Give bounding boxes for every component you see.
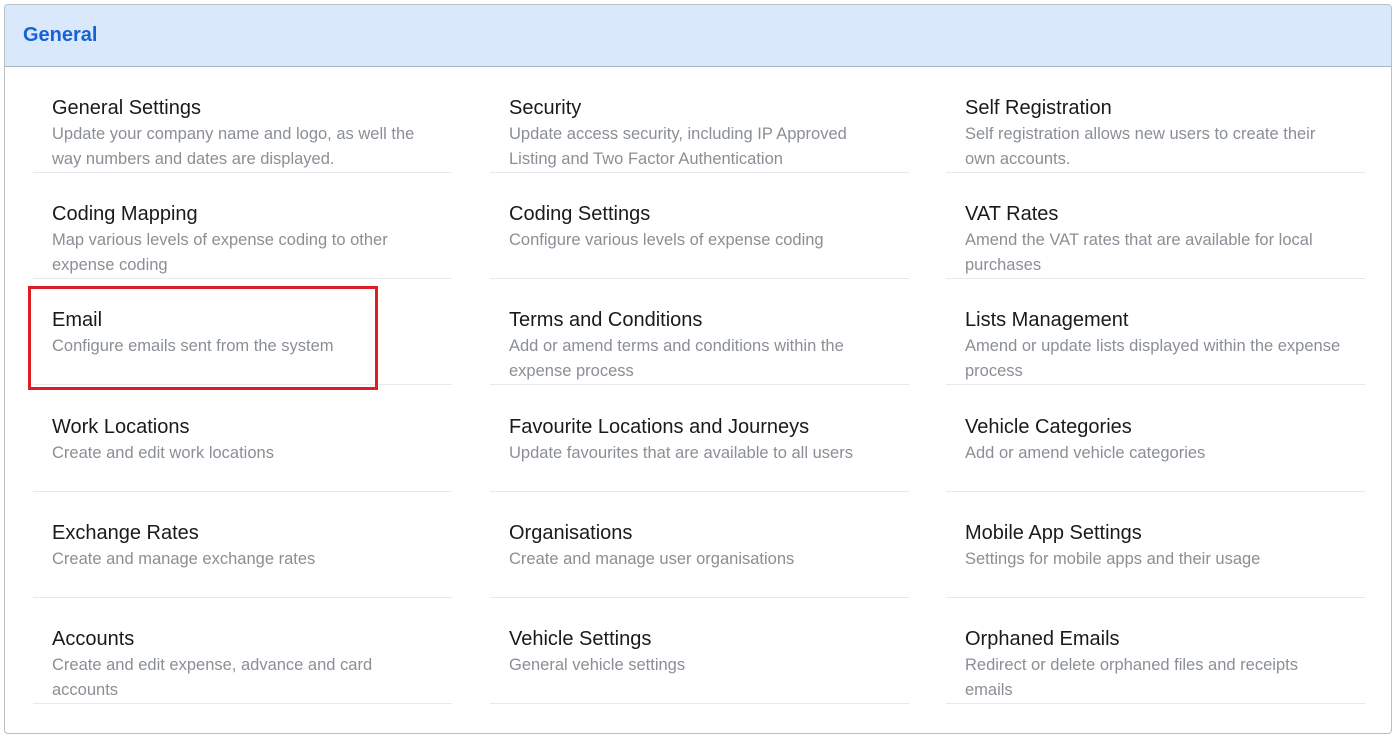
settings-item-title: Work Locations — [52, 416, 190, 438]
settings-item-mobile-app-settings[interactable]: Mobile App Settings Settings for mobile … — [946, 492, 1365, 598]
settings-item-title: General Settings — [52, 97, 201, 119]
settings-item-title: Lists Management — [965, 309, 1129, 331]
settings-item-title: Security — [509, 97, 582, 119]
settings-item-description: General vehicle settings — [509, 656, 686, 674]
settings-item-vehicle-categories[interactable]: Vehicle Categories Add or amend vehicle … — [946, 386, 1365, 492]
settings-item-favourite-locations[interactable]: Favourite Locations and Journeys Update … — [490, 386, 909, 492]
settings-item-security[interactable]: Security Update access security, includi… — [490, 67, 909, 173]
settings-item-title: Self Registration — [965, 97, 1112, 119]
settings-item-description: Create and manage user organisations — [509, 550, 795, 568]
settings-item-organisations[interactable]: Organisations Create and manage user org… — [490, 492, 909, 598]
settings-item-title: Organisations — [509, 522, 633, 544]
settings-item-title: Vehicle Categories — [965, 416, 1132, 438]
settings-item-description: Configure emails sent from the system — [52, 337, 334, 355]
settings-item-coding-settings[interactable]: Coding Settings Configure various levels… — [490, 173, 909, 279]
settings-item-title: Coding Mapping — [52, 203, 198, 225]
settings-item-exchange-rates[interactable]: Exchange Rates Create and manage exchang… — [33, 492, 452, 598]
settings-item-description: Amend the VAT rates that are available f… — [965, 231, 1313, 274]
settings-item-title: Coding Settings — [509, 203, 651, 225]
settings-item-work-locations[interactable]: Work Locations Create and edit work loca… — [33, 386, 452, 492]
settings-item-title: Email — [52, 309, 103, 331]
settings-item-title: Orphaned Emails — [965, 628, 1120, 650]
settings-item-terms-and-conditions[interactable]: Terms and Conditions Add or amend terms … — [490, 279, 909, 385]
settings-item-title: VAT Rates — [965, 203, 1059, 225]
settings-item-description: Redirect or delete orphaned files and re… — [965, 656, 1298, 699]
settings-item-description: Update access security, including IP App… — [509, 125, 847, 168]
settings-item-orphaned-emails[interactable]: Orphaned Emails Redirect or delete orpha… — [946, 598, 1365, 704]
settings-item-description: Add or amend vehicle categories — [965, 444, 1206, 462]
settings-item-accounts[interactable]: Accounts Create and edit expense, advanc… — [33, 598, 452, 704]
general-settings-panel: General General Settings Update your com… — [4, 4, 1392, 734]
settings-item-vehicle-settings[interactable]: Vehicle Settings General vehicle setting… — [490, 598, 909, 704]
settings-item-email[interactable]: Email Configure emails sent from the sys… — [33, 279, 452, 385]
settings-item-lists-management[interactable]: Lists Management Amend or update lists d… — [946, 279, 1365, 385]
panel-title: General — [23, 24, 98, 46]
settings-item-general-settings[interactable]: General Settings Update your company nam… — [33, 67, 452, 173]
settings-item-title: Mobile App Settings — [965, 522, 1142, 544]
settings-item-description: Amend or update lists displayed within t… — [965, 337, 1341, 380]
settings-item-description: Create and manage exchange rates — [52, 550, 316, 568]
settings-item-description: Configure various levels of expense codi… — [509, 231, 824, 249]
settings-item-description: Self registration allows new users to cr… — [965, 125, 1316, 168]
settings-item-title: Terms and Conditions — [509, 309, 703, 331]
settings-item-title: Favourite Locations and Journeys — [509, 416, 810, 438]
panel-header: General — [5, 5, 1391, 67]
settings-item-title: Exchange Rates — [52, 522, 199, 544]
settings-item-coding-mapping[interactable]: Coding Mapping Map various levels of exp… — [33, 173, 452, 279]
settings-item-description: Update favourites that are available to … — [509, 444, 853, 462]
settings-item-description: Create and edit work locations — [52, 444, 274, 462]
settings-item-description: Add or amend terms and conditions within… — [509, 337, 844, 380]
settings-item-description: Map various levels of expense coding to … — [52, 231, 388, 274]
settings-item-description: Update your company name and logo, as we… — [52, 125, 415, 168]
settings-item-vat-rates[interactable]: VAT Rates Amend the VAT rates that are a… — [946, 173, 1365, 279]
settings-item-title: Vehicle Settings — [509, 628, 652, 650]
settings-item-title: Accounts — [52, 628, 135, 650]
settings-item-description: Settings for mobile apps and their usage — [965, 550, 1261, 568]
settings-item-self-registration[interactable]: Self Registration Self registration allo… — [946, 67, 1365, 173]
settings-item-description: Create and edit expense, advance and car… — [52, 656, 373, 699]
